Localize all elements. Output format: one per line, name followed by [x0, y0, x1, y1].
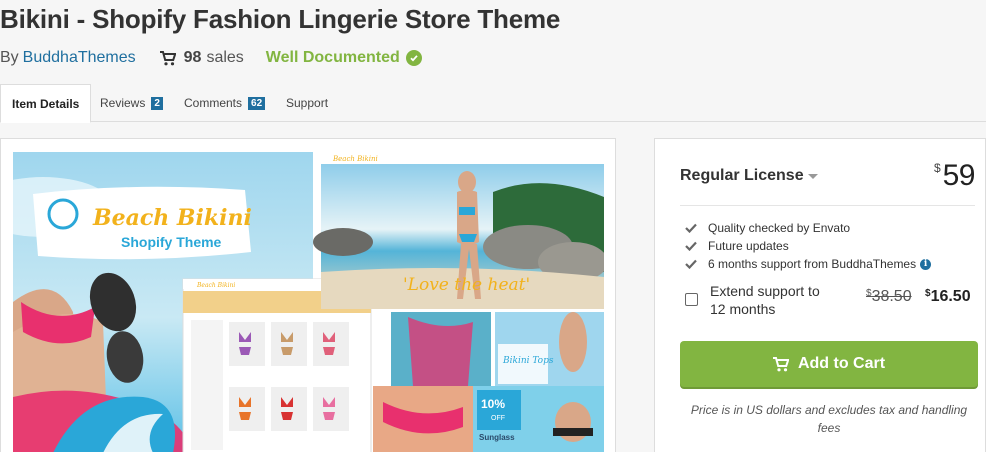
discount-text: 10% [481, 397, 505, 411]
currency-symbol: $ [933, 161, 941, 175]
sales-label: sales [206, 49, 244, 66]
by-label: By [0, 49, 19, 66]
documented-label: Well Documented [265, 49, 400, 66]
tab-label: Support [286, 96, 329, 110]
add-to-cart-label: Add to Cart [797, 355, 886, 372]
extend-support-label[interactable]: Extend support to 12 months [710, 282, 835, 318]
feature-item: Future updates [685, 237, 931, 255]
promo-bottom-text: Sunglass [479, 433, 515, 442]
price-note: Price is in US dollars and excludes tax … [690, 403, 968, 435]
author-link[interactable]: BuddhaThemes [23, 49, 136, 67]
reviews-count-badge: 2 [151, 96, 163, 110]
feature-item: Quality checked by Envato [685, 219, 931, 237]
tab-label: Reviews [100, 96, 146, 110]
tab-item-details[interactable]: Item Details [0, 84, 92, 123]
feature-text: Future updates [708, 239, 789, 253]
comments-count-badge: 62 [248, 96, 266, 110]
extend-old-price: $38.50 [866, 288, 912, 305]
license-features: Quality checked by Envato Future updates… [685, 219, 932, 273]
checkmark-icon [685, 241, 699, 251]
sales-count: 98 [183, 49, 202, 66]
check-circle-icon [405, 50, 422, 66]
license-price: $ 59 [933, 159, 976, 193]
brand-name-text: Beach Bikini [92, 205, 252, 231]
feature-text: 6 months support from BuddhaThemes [708, 257, 917, 271]
item-tabs: Item Details Reviews 2 Comments 62 Suppo… [0, 84, 986, 123]
mini-nav-brand: Beach Bikini [196, 282, 235, 289]
sales-info: 98 sales [159, 49, 244, 67]
cart-icon [159, 50, 176, 65]
promo-title-text: Bikini Tops [502, 356, 554, 366]
divider [680, 205, 975, 206]
extend-support-checkbox[interactable] [685, 293, 698, 306]
checkmark-icon [685, 223, 699, 233]
preview-illustration: Beach Bikini Shopify Theme Beach Bikini … [13, 152, 604, 452]
tab-comments[interactable]: Comments 62 [184, 84, 266, 122]
tab-label: Comments [184, 96, 243, 110]
license-selector[interactable]: Regular License [680, 167, 818, 185]
checkmark-icon [685, 259, 699, 269]
extend-support-option: Extend support to 12 months $38.50 $16.5… [685, 282, 985, 318]
page-title: Bikini - Shopify Fashion Lingerie Store … [0, 4, 561, 34]
item-meta: By BuddhaThemes 98 sales Well Documented [0, 47, 422, 69]
item-preview-card: Beach Bikini Shopify Theme Beach Bikini … [0, 138, 616, 452]
brand-sub-text: Shopify Theme [121, 234, 222, 250]
purchase-card: Regular License $ 59 Quality checked by … [654, 138, 986, 452]
cart-icon [772, 356, 789, 371]
tab-support[interactable]: Support [286, 84, 328, 122]
caret-down-icon [807, 173, 818, 179]
nav-brand-text: Beach Bikini [332, 155, 378, 163]
extend-new-price: $16.50 [925, 288, 971, 305]
tab-reviews[interactable]: Reviews 2 [100, 84, 163, 122]
item-preview-image[interactable]: Beach Bikini Shopify Theme Beach Bikini … [13, 152, 604, 452]
documented-badge: Well Documented [266, 49, 422, 67]
add-to-cart-button[interactable]: Add to Cart [680, 341, 978, 387]
hero-slogan-text: 'Love the heat' [403, 275, 530, 295]
discount-sub-text: OFF [491, 415, 505, 422]
feature-text: Quality checked by Envato [708, 221, 851, 235]
info-icon[interactable]: i [920, 258, 932, 270]
price-amount: 59 [942, 159, 976, 192]
tab-label: Item Details [12, 96, 80, 111]
feature-item: 6 months support from BuddhaThemes i [685, 255, 932, 273]
license-name: Regular License [680, 167, 804, 184]
